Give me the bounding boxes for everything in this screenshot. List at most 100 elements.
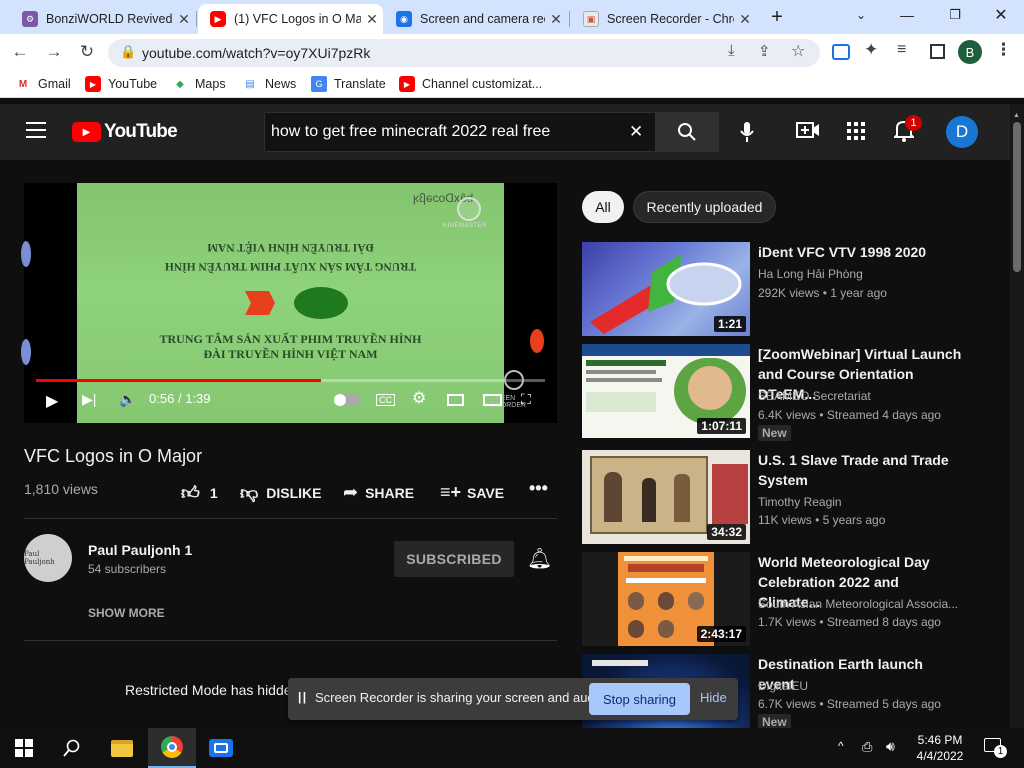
reload-icon[interactable]: ↻ bbox=[73, 38, 101, 66]
account-avatar[interactable]: D bbox=[946, 116, 978, 148]
clock-date: 4/4/2022 bbox=[916, 749, 964, 763]
bookmark-star-icon[interactable]: ☆ bbox=[791, 41, 805, 61]
save-button[interactable]: ≡+ SAVE bbox=[440, 482, 504, 503]
chip-all[interactable]: All bbox=[582, 191, 624, 223]
apps-grid-button[interactable] bbox=[847, 122, 865, 145]
tab-search-chevron-icon[interactable]: ⌄ bbox=[838, 0, 884, 30]
search-box: ✕ bbox=[264, 112, 656, 152]
subscribed-button[interactable]: SUBSCRIBED bbox=[394, 541, 514, 577]
recommended-video[interactable]: 34:32 U.S. 1 Slave Trade and Trade Syste… bbox=[582, 450, 1007, 544]
screen-recorder-taskbar-button[interactable] bbox=[197, 728, 245, 768]
address-bar[interactable]: 🔒 youtube.com/watch?v=oy7XUi7pzRk ⤓ ⇪ ☆ bbox=[108, 39, 820, 67]
tab-youtube-video[interactable]: ▶ (1) VFC Logos in O Majo ✕ bbox=[198, 4, 383, 34]
video-player[interactable]: bâxDoɔǝβʞ KINEMASTER ĐÀI TRUYỀN HÌNH VIỆ… bbox=[21, 183, 557, 423]
forward-arrow-icon[interactable]: → bbox=[40, 38, 68, 66]
channel-name[interactable]: Timothy Reagin bbox=[758, 495, 842, 509]
back-arrow-icon[interactable]: ← bbox=[6, 38, 34, 66]
dislike-button[interactable]: 👎︎ DISLIKE bbox=[240, 482, 322, 504]
bookmark-gmail[interactable]: M Gmail bbox=[15, 76, 71, 92]
chrome-menu-icon[interactable]: ⋮ bbox=[995, 40, 1012, 60]
bookmark-translate[interactable]: G Translate bbox=[311, 76, 386, 92]
screen-sharing-banner: | | Screen Recorder is sharing your scre… bbox=[288, 678, 738, 720]
youtube-logo[interactable]: ▶ YouTube bbox=[72, 121, 178, 143]
search-input[interactable] bbox=[265, 113, 625, 151]
bookmark-news[interactable]: ▤ News bbox=[242, 76, 296, 92]
clear-search-icon[interactable]: ✕ bbox=[629, 122, 643, 142]
restore-button[interactable]: ❐ bbox=[932, 0, 978, 30]
video-meta: 1.7K views • Streamed 8 days ago bbox=[758, 615, 941, 629]
theater-mode-icon[interactable] bbox=[483, 394, 502, 406]
captions-icon[interactable]: CC bbox=[376, 394, 395, 406]
stop-sharing-button[interactable]: Stop sharing bbox=[589, 683, 690, 715]
channel-name[interactable]: South Asian Meteorological Associa... bbox=[758, 597, 958, 611]
show-more-button[interactable]: SHOW MORE bbox=[88, 606, 165, 620]
more-actions-icon[interactable]: ••• bbox=[529, 478, 548, 499]
tab-screen-camera-recorder[interactable]: ◉ Screen and camera reco ✕ bbox=[384, 4, 567, 34]
scroll-up-arrow-icon[interactable]: ▲ bbox=[1013, 112, 1020, 119]
create-video-button[interactable] bbox=[796, 120, 820, 145]
window-close-button[interactable]: ✕ bbox=[978, 0, 1024, 30]
channel-name[interactable]: SEAMEO Secretariat bbox=[758, 389, 871, 403]
new-tab-button[interactable]: + bbox=[764, 6, 790, 28]
player-controls: SCREEN RECORDER ▶ ▶| 🔈 0:56 / 1:39 CC ⚙ … bbox=[24, 370, 557, 423]
clock[interactable]: 5:46 PM 4/4/2022 bbox=[912, 732, 968, 764]
show-hidden-icons-chevron-icon[interactable]: ^ bbox=[838, 739, 844, 753]
volume-icon[interactable]: 🔊︎ bbox=[886, 738, 895, 755]
tab-bonziworld[interactable]: ⚙ BonziWORLD Revived: Im ✕ bbox=[10, 4, 195, 34]
vfc-logo-shapes bbox=[245, 287, 348, 319]
page-scrollbar[interactable]: ▲ bbox=[1010, 104, 1024, 728]
like-button[interactable]: 👍︎ 1 bbox=[181, 482, 218, 504]
bookmark-maps[interactable]: ◆ Maps bbox=[172, 76, 226, 92]
scrollbar-thumb[interactable] bbox=[1013, 122, 1021, 272]
video-duration: 1:07:11 bbox=[697, 418, 746, 434]
mirrored-text: ĐÀI TRUYỀN HÌNH VIỆT NAM bbox=[207, 241, 374, 253]
taskbar-search-button[interactable] bbox=[48, 728, 96, 768]
close-icon[interactable]: ✕ bbox=[545, 11, 567, 28]
chrome-taskbar-button[interactable] bbox=[148, 728, 196, 768]
miniplayer-icon[interactable] bbox=[447, 394, 464, 406]
volume-icon[interactable]: 🔈 bbox=[119, 391, 136, 408]
autoplay-toggle[interactable] bbox=[334, 394, 360, 406]
file-explorer-button[interactable] bbox=[98, 728, 146, 768]
channel-name[interactable]: Ha Long Hải Phòng bbox=[758, 267, 863, 281]
channel-name[interactable]: DigitalEU bbox=[758, 679, 808, 693]
bookmark-label: Maps bbox=[195, 77, 226, 91]
close-icon[interactable]: ✕ bbox=[173, 11, 195, 28]
settings-gear-icon[interactable]: ⚙ bbox=[412, 388, 426, 408]
hamburger-menu-icon[interactable] bbox=[26, 122, 46, 138]
action-center-button[interactable]: 1 bbox=[984, 738, 1007, 758]
recommended-video[interactable]: 1:21 iDent VFC VTV 1998 2020 Ha Long Hải… bbox=[582, 242, 1007, 336]
voice-search-button[interactable] bbox=[736, 118, 758, 146]
minimize-button[interactable]: — bbox=[884, 0, 930, 30]
bookmark-channel-customization[interactable]: ▶ Channel customizat... bbox=[399, 76, 542, 92]
share-button[interactable]: ➦ SHARE bbox=[343, 482, 414, 503]
notifications-button[interactable]: 1 bbox=[892, 115, 922, 147]
side-panel-icon[interactable] bbox=[930, 44, 945, 59]
close-icon[interactable]: ✕ bbox=[734, 11, 756, 28]
bell-ringing-icon[interactable]: 🔔︎ bbox=[527, 546, 552, 571]
channel-name[interactable]: Paul Pauljonh 1 bbox=[88, 542, 192, 558]
channel-avatar[interactable]: Paul Pauljonh bbox=[24, 534, 72, 582]
youtube-header: ▶ YouTube ✕ 1 D bbox=[0, 104, 1010, 160]
play-icon[interactable]: ▶ bbox=[46, 391, 58, 411]
bookmark-youtube[interactable]: ▶ YouTube bbox=[85, 76, 157, 92]
next-icon[interactable]: ▶| bbox=[82, 391, 96, 408]
share-icon[interactable]: ⇪ bbox=[758, 42, 771, 60]
video-title: U.S. 1 Slave Trade and Trade System bbox=[758, 452, 949, 488]
media-control-icon[interactable]: ≡ bbox=[897, 41, 906, 59]
search-button[interactable] bbox=[655, 112, 719, 152]
start-button[interactable] bbox=[0, 728, 48, 768]
chip-recently-uploaded[interactable]: Recently uploaded bbox=[633, 191, 776, 223]
close-icon[interactable]: ✕ bbox=[361, 11, 383, 28]
progress-bar[interactable] bbox=[36, 379, 545, 382]
install-app-icon[interactable]: ⤓ bbox=[728, 42, 735, 59]
network-icon[interactable]: ⎙ bbox=[862, 739, 872, 755]
hide-button[interactable]: Hide bbox=[700, 690, 727, 705]
recommended-video[interactable]: 1:07:11 [ZoomWebinar] Virtual Launch and… bbox=[582, 344, 1007, 441]
recommended-video[interactable]: 2:43:17 World Meteorological Day Celebra… bbox=[582, 552, 1007, 646]
profile-avatar[interactable]: B bbox=[958, 40, 982, 64]
extensions-puzzle-icon[interactable]: ✦ bbox=[864, 40, 878, 60]
tab-screen-recorder-store[interactable]: ▣ Screen Recorder - Chro ✕ bbox=[571, 4, 756, 34]
fullscreen-icon[interactable]: ⛶ bbox=[521, 391, 531, 408]
screen-recorder-extension-icon[interactable] bbox=[832, 44, 850, 60]
